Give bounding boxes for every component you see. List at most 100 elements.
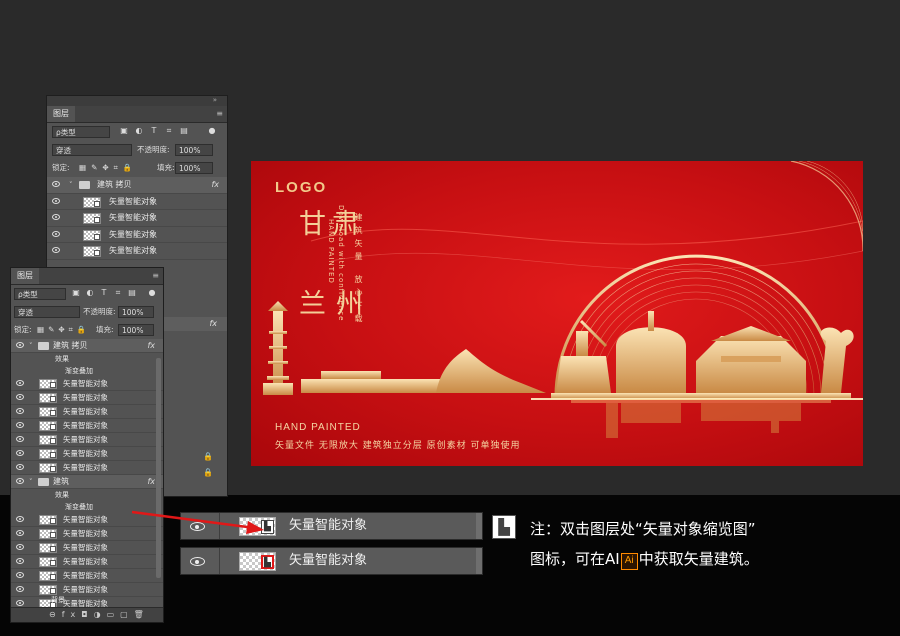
- layer-row[interactable]: 矢量智能对象: [47, 227, 227, 244]
- layer-thumbnail[interactable]: [39, 529, 57, 539]
- blend-mode-select[interactable]: 穿透: [52, 144, 132, 156]
- lock-icons[interactable]: ▦✎✥⌗🔒: [79, 162, 137, 174]
- tab-layers[interactable]: 图层: [11, 268, 39, 284]
- visibility-eye-icon[interactable]: [16, 558, 24, 564]
- tab-layers[interactable]: 图层: [47, 106, 75, 122]
- shape-filter-icon[interactable]: ⌗: [113, 288, 123, 298]
- background-layer-row[interactable]: 背景: [11, 594, 163, 606]
- layer-thumbnail[interactable]: [39, 393, 57, 403]
- visibility-eye-icon[interactable]: [52, 247, 60, 254]
- type-filter-icon[interactable]: T: [149, 126, 159, 136]
- layer-thumbnail[interactable]: [39, 463, 57, 473]
- blend-mode-select[interactable]: 穿透: [14, 306, 80, 318]
- visibility-eye-icon[interactable]: [16, 422, 24, 428]
- effects-row[interactable]: 效果: [11, 489, 163, 501]
- group-row[interactable]: ˅ 建筑 拷贝 fx: [11, 339, 163, 353]
- layer-row[interactable]: 矢量智能对象: [47, 210, 227, 227]
- layer-row[interactable]: 矢量智能对象: [11, 419, 163, 433]
- visibility-eye-icon[interactable]: [52, 214, 60, 221]
- visibility-eye-icon[interactable]: [16, 450, 24, 456]
- fx-icon[interactable]: fx: [147, 475, 155, 489]
- layer-row[interactable]: 矢量智能对象: [11, 527, 163, 541]
- visibility-eye-icon[interactable]: [52, 230, 60, 237]
- visibility-eye-icon[interactable]: [16, 572, 24, 578]
- visibility-eye-icon[interactable]: [16, 530, 24, 536]
- image-filter-icon[interactable]: ▣: [119, 126, 129, 136]
- layer-row[interactable]: 矢量智能对象: [47, 243, 227, 260]
- layer-row[interactable]: 矢量智能对象: [11, 513, 163, 527]
- fill-input[interactable]: 100%: [175, 162, 213, 174]
- effect-row[interactable]: 渐变叠加: [11, 501, 163, 513]
- layer-row[interactable]: 矢量智能对象: [11, 405, 163, 419]
- smart-object-filter-icon[interactable]: ▤: [179, 126, 189, 136]
- smart-object-badge-icon[interactable]: ▙: [261, 555, 274, 569]
- layer-row[interactable]: 矢量智能对象: [11, 555, 163, 569]
- chevron-down-icon[interactable]: ˅: [29, 475, 33, 489]
- layer-thumbnail[interactable]: [83, 246, 101, 258]
- smart-object-badge-icon[interactable]: ▙: [261, 520, 274, 534]
- layer-row[interactable]: 矢量智能对象: [11, 541, 163, 555]
- layer-row[interactable]: 矢量智能对象: [11, 447, 163, 461]
- smart-object-filter-icon[interactable]: ▤: [127, 288, 137, 298]
- layer-thumbnail[interactable]: [83, 213, 101, 225]
- panel-menu-icon[interactable]: ≡: [152, 271, 159, 280]
- lock-icons[interactable]: ▦✎✥⌗🔒: [37, 324, 90, 336]
- adjustment-filter-icon[interactable]: ◐: [134, 126, 144, 136]
- layers-scrollbar[interactable]: [156, 358, 161, 578]
- visibility-eye-icon[interactable]: [16, 408, 24, 414]
- layer-row[interactable]: 矢量智能对象: [47, 194, 227, 211]
- fx-icon[interactable]: fx: [209, 317, 217, 331]
- layer-thumbnail[interactable]: [39, 421, 57, 431]
- group-row[interactable]: ˅ 建筑 拷贝 fx: [47, 177, 227, 194]
- zoomed-layer-row-2[interactable]: ▙ 矢量智能对象: [180, 547, 483, 575]
- visibility-eye-icon[interactable]: [16, 586, 24, 592]
- opacity-input[interactable]: 100%: [175, 144, 213, 156]
- layer-row[interactable]: 矢量智能对象: [11, 377, 163, 391]
- fx-icon[interactable]: fx: [211, 177, 219, 193]
- zoomed-layer-row-1[interactable]: ▙ 矢量智能对象: [180, 512, 483, 540]
- chevron-down-icon[interactable]: ˅: [29, 339, 33, 353]
- shape-filter-icon[interactable]: ⌗: [164, 126, 174, 136]
- layer-thumbnail[interactable]: [39, 515, 57, 525]
- layer-thumbnail[interactable]: [39, 407, 57, 417]
- visibility-eye-icon[interactable]: [16, 380, 24, 386]
- image-filter-icon[interactable]: ▣: [71, 288, 81, 298]
- visibility-eye-icon[interactable]: [16, 544, 24, 550]
- visibility-eye-icon[interactable]: [190, 557, 205, 566]
- chevron-down-icon[interactable]: ˅: [69, 177, 73, 193]
- filter-kind-select[interactable]: ρ类型: [52, 126, 110, 138]
- panel-menu-icon[interactable]: ≡: [216, 109, 223, 118]
- layer-thumbnail[interactable]: [83, 196, 101, 208]
- visibility-eye-icon[interactable]: [190, 522, 205, 531]
- visibility-eye-icon[interactable]: [16, 342, 24, 348]
- layer-thumbnail[interactable]: [39, 435, 57, 445]
- visibility-eye-icon[interactable]: [16, 394, 24, 400]
- layer-thumbnail[interactable]: [39, 571, 57, 581]
- layer-row[interactable]: 矢量智能对象: [11, 461, 163, 475]
- filter-kind-select[interactable]: ρ类型: [14, 288, 66, 300]
- layer-row[interactable]: 矢量智能对象: [11, 569, 163, 583]
- layer-thumbnail[interactable]: [39, 449, 57, 459]
- adjustment-filter-icon[interactable]: ◐: [85, 288, 95, 298]
- fill-input[interactable]: 100%: [118, 324, 154, 336]
- visibility-eye-icon[interactable]: [16, 516, 24, 522]
- visibility-eye-icon[interactable]: [16, 464, 24, 470]
- layer-thumbnail[interactable]: [39, 543, 57, 553]
- panel-top-bar[interactable]: »: [47, 96, 227, 106]
- layer-row[interactable]: 矢量智能对象: [11, 433, 163, 447]
- visibility-eye-icon[interactable]: [16, 478, 24, 484]
- layer-thumbnail[interactable]: [39, 379, 57, 389]
- panel-footer-icons[interactable]: ⊖fx◘◑▭▢🗑: [49, 610, 150, 619]
- fx-icon[interactable]: fx: [147, 339, 155, 353]
- filter-toggle-icon[interactable]: ●: [207, 126, 217, 136]
- visibility-eye-icon[interactable]: [52, 181, 60, 187]
- layer-thumbnail[interactable]: [83, 229, 101, 241]
- visibility-eye-icon[interactable]: [52, 197, 60, 204]
- group-row[interactable]: ˅ 建筑 fx: [11, 475, 163, 489]
- opacity-input[interactable]: 100%: [118, 306, 154, 318]
- visibility-eye-icon[interactable]: [16, 436, 24, 442]
- type-filter-icon[interactable]: T: [99, 288, 109, 298]
- effects-row[interactable]: 效果: [11, 353, 163, 365]
- filter-toggle-icon[interactable]: ●: [147, 288, 157, 298]
- layer-row[interactable]: 矢量智能对象: [11, 391, 163, 405]
